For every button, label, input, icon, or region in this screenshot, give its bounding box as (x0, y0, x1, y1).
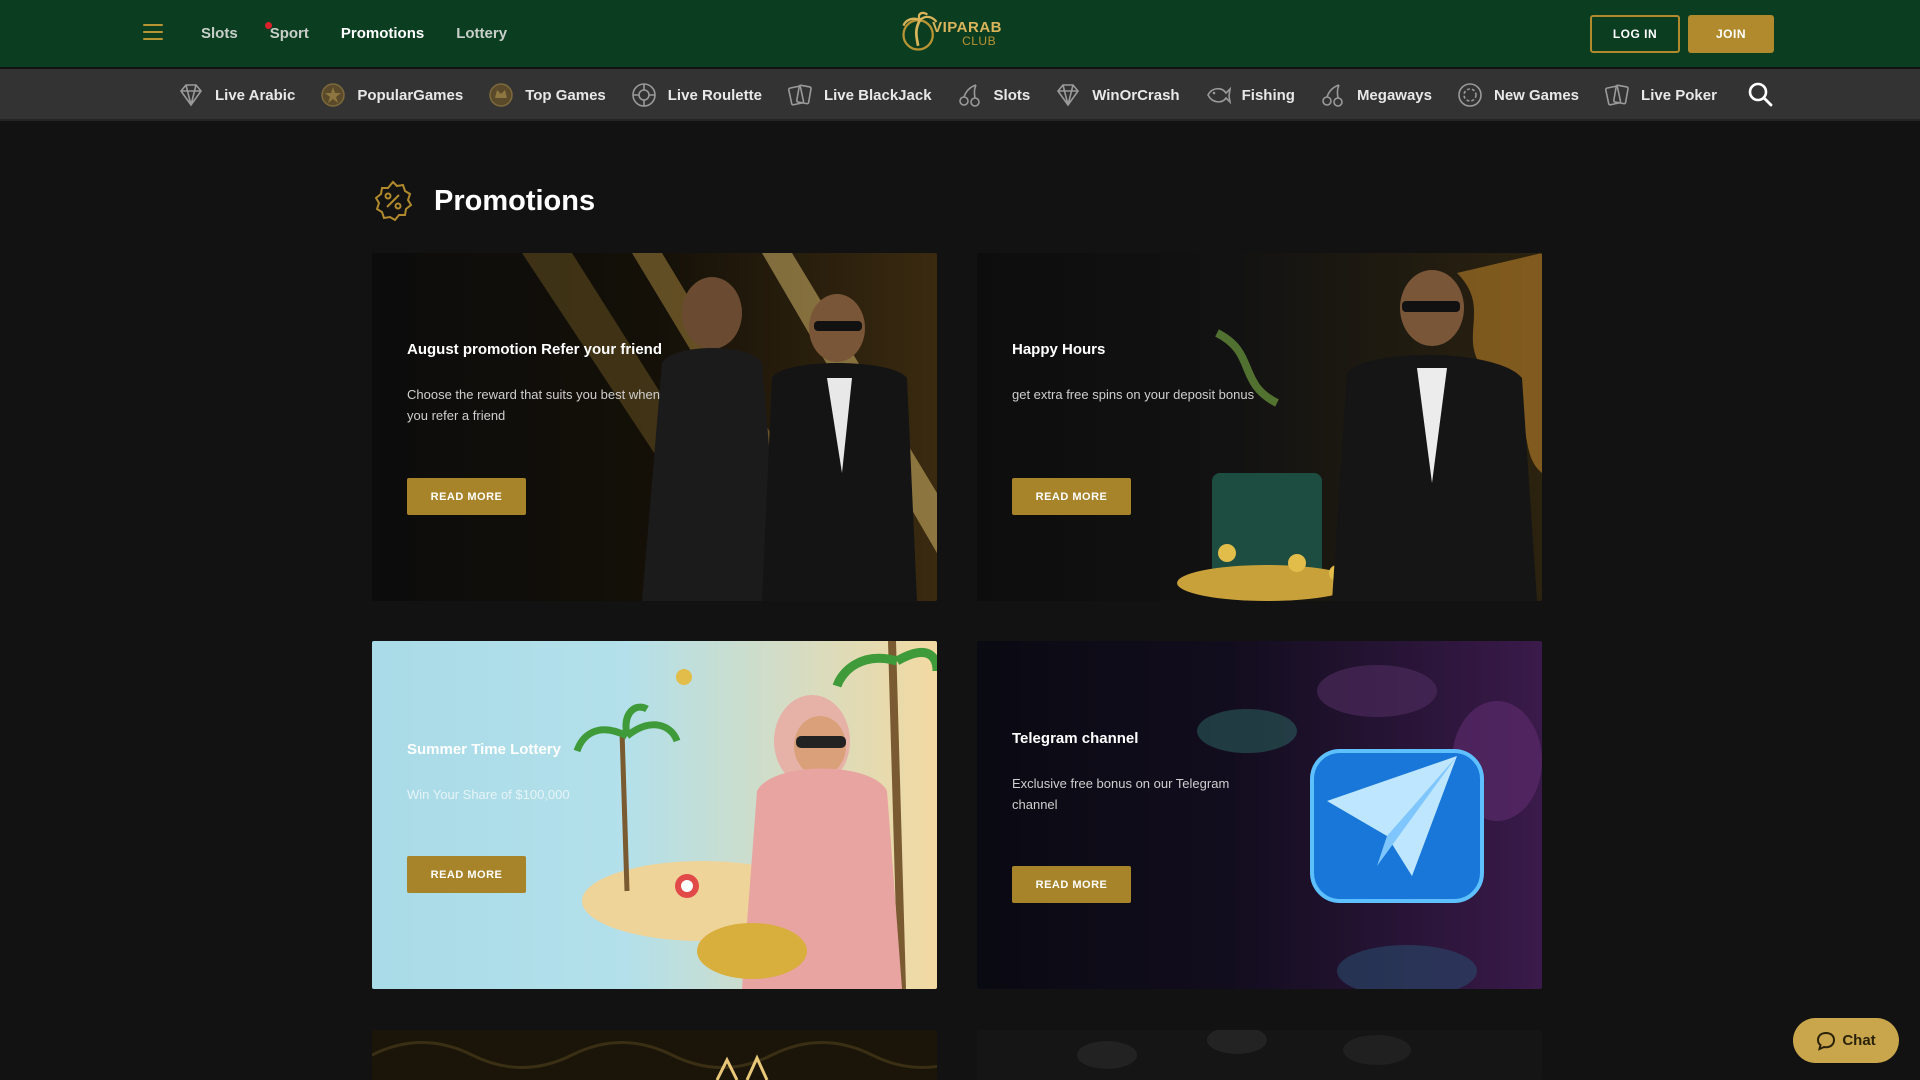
category-label: Fishing (1241, 86, 1295, 104)
category-popular-games[interactable]: PopularGames (319, 81, 463, 109)
category-label: Live Arabic (215, 86, 296, 104)
category-label: Live Poker (1641, 86, 1717, 104)
promo-description: Choose the reward that suits you best wh… (407, 387, 660, 423)
promo-title: Summer Time Lottery (407, 741, 561, 758)
join-button[interactable]: JOIN (1688, 15, 1774, 53)
chat-bubble-icon (1817, 1031, 1836, 1051)
promo-image-chips (1077, 1030, 1411, 1069)
read-more-button[interactable]: READ MORE (407, 856, 526, 893)
top-header: Slots Sport Promotions Lottery VIPARAB C… (0, 0, 1920, 67)
cards-icon (787, 84, 812, 106)
promo-card-telegram[interactable]: Telegram channel Exclusive free bonus on… (977, 641, 1542, 989)
read-more-button[interactable]: READ MORE (1012, 866, 1131, 903)
chat-button[interactable]: Chat (1793, 1018, 1899, 1063)
page-title: Promotions (434, 184, 596, 217)
nav-sport[interactable]: Sport (264, 22, 309, 42)
promo-card-happy-hours[interactable]: Happy Hours get extra free spins on your… (977, 253, 1542, 601)
cards-icon (1604, 84, 1629, 106)
category-bar: Live Arabic PopularGames Top Games Live … (0, 69, 1920, 121)
logo-sub: CLUB (962, 33, 997, 48)
nav-lottery[interactable]: Lottery (456, 25, 507, 42)
promo-card-partial[interactable] (977, 1030, 1542, 1080)
promo-image-ornament (372, 1041, 937, 1080)
category-top-games[interactable]: Top Games (487, 81, 606, 109)
category-slots[interactable]: Slots (956, 81, 1031, 109)
roulette-icon (631, 83, 656, 107)
main-nav: Slots Sport Promotions Lottery (201, 0, 507, 67)
promo-card-refer-friend[interactable]: August promotion Refer your friend Choos… (372, 253, 937, 601)
category-label: WinOrCrash (1092, 86, 1180, 104)
promo-description: Exclusive free bonus on our Telegram cha… (1012, 776, 1230, 812)
promo-title: Happy Hours (1012, 341, 1106, 358)
category-label: Megaways (1356, 86, 1432, 104)
page-header: Promotions (372, 180, 595, 222)
popular-games-icon (321, 83, 346, 107)
promo-description: Win Your Share of $100,000 (407, 787, 570, 802)
promo-card-summer-lottery[interactable]: Summer Time Lottery Win Your Share of $1… (372, 641, 937, 989)
menu-icon[interactable] (143, 24, 163, 40)
search-icon[interactable] (1747, 81, 1773, 107)
promo-title: August promotion Refer your friend (407, 341, 662, 358)
top-games-icon (489, 83, 513, 107)
category-label: Live Roulette (667, 86, 762, 104)
promo-title: Telegram channel (1012, 730, 1139, 747)
diamond-icon (179, 84, 203, 107)
category-winorcrash[interactable]: WinOrCrash (1054, 81, 1180, 109)
category-new-games[interactable]: New Games (1456, 81, 1579, 109)
promo-image-beach-woman (573, 641, 937, 989)
logo-wordmark: VIPARAB (932, 18, 1002, 36)
chat-label: Chat (1842, 1032, 1876, 1049)
cherries-icon (1322, 84, 1343, 107)
category-label: New Games (1493, 86, 1580, 104)
category-live-arabic[interactable]: Live Arabic (177, 81, 295, 109)
nav-sport-label: Sport (269, 25, 309, 42)
promo-image-treasure-man (1177, 253, 1542, 601)
nav-slots[interactable]: Slots (201, 25, 238, 42)
diamond-icon (1057, 84, 1080, 107)
login-button[interactable]: LOG IN (1590, 15, 1680, 53)
category-label: Top Games (525, 86, 606, 104)
site-logo[interactable]: VIPARAB CLUB (898, 8, 1002, 58)
category-live-blackjack[interactable]: Live BlackJack (786, 81, 932, 109)
promo-image-telegram-chips (1197, 665, 1542, 989)
cherries-icon (958, 84, 980, 107)
category-label: Live BlackJack (823, 86, 932, 104)
promotion-badge-icon (374, 180, 413, 222)
promo-image-businessmen (522, 253, 937, 601)
chip-icon (1458, 83, 1482, 107)
category-live-poker[interactable]: Live Poker (1603, 81, 1717, 109)
notification-dot (264, 22, 272, 29)
category-label: Slots (993, 86, 1031, 104)
category-label: PopularGames (357, 86, 464, 104)
category-live-roulette[interactable]: Live Roulette (630, 81, 762, 109)
read-more-button[interactable]: READ MORE (1012, 478, 1131, 515)
category-megaways[interactable]: Megaways (1319, 81, 1432, 109)
category-fishing[interactable]: Fishing (1204, 81, 1295, 109)
read-more-button[interactable]: READ MORE (407, 478, 526, 515)
promo-card-partial[interactable] (372, 1030, 937, 1080)
promo-description: get extra free spins on your deposit bon… (1012, 387, 1255, 402)
nav-promotions[interactable]: Promotions (341, 25, 424, 42)
fish-icon (1206, 86, 1231, 105)
